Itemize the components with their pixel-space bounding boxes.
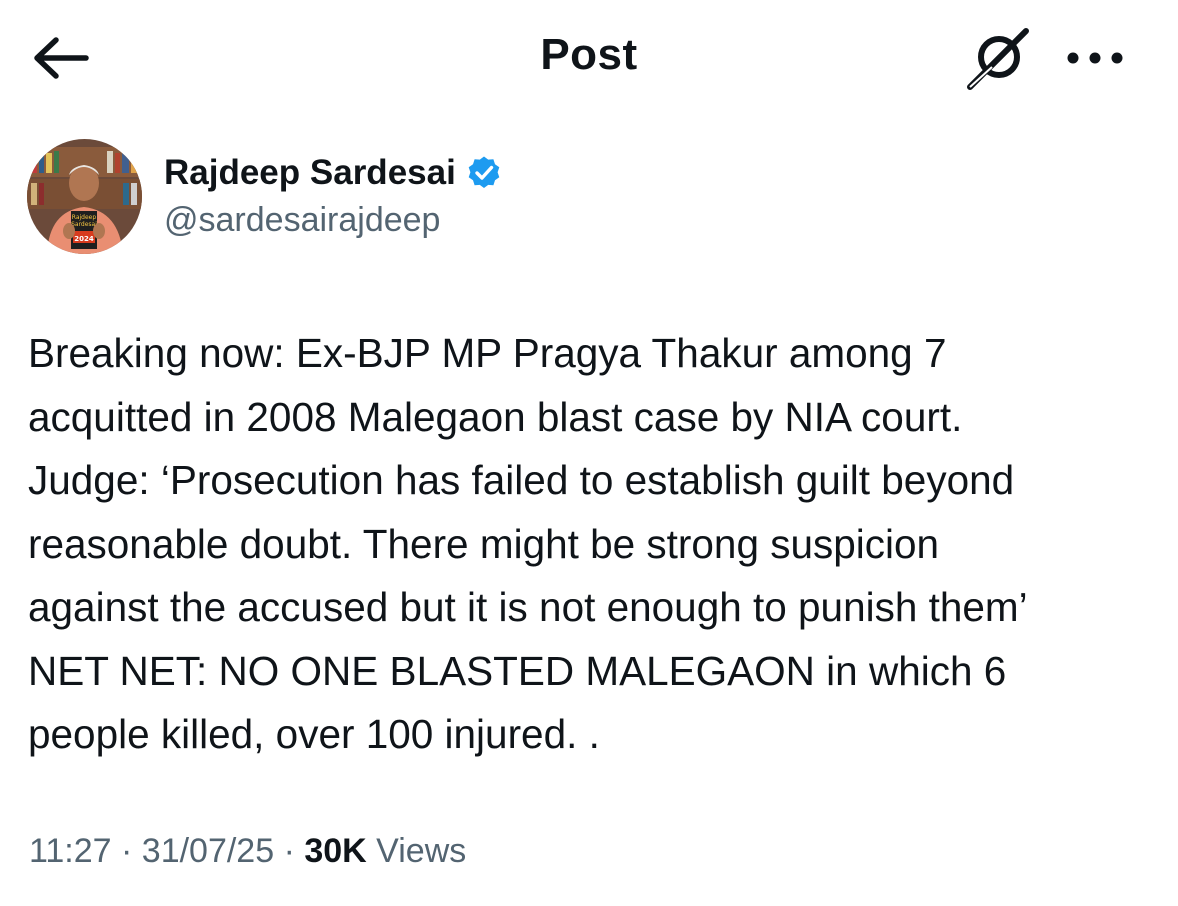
grok-button[interactable] (962, 26, 1036, 92)
post-meta: 11:27 · 31/07/25 · 30K Views (29, 832, 466, 871)
post-author: Rajdeep Sardesai 2024 Rajdeep Sardesai @… (27, 139, 727, 257)
post-text-line: Breaking now: Ex-BJP MP Pragya Thakur am… (28, 330, 947, 376)
views-count[interactable]: 30K (304, 832, 366, 870)
display-name[interactable]: Rajdeep Sardesai (164, 153, 456, 193)
avatar-book-title-1: Rajdeep (72, 214, 97, 221)
post-date[interactable]: 31/07/25 (142, 832, 274, 870)
views-label: Views (366, 832, 467, 870)
avatar-image: Rajdeep Sardesai 2024 (27, 139, 142, 254)
avatar-book-title-2: Sardesai (71, 221, 97, 228)
post-time[interactable]: 11:27 (29, 832, 112, 870)
post-text-line: NET NET: NO ONE BLASTED MALEGAON in whic… (28, 647, 1007, 694)
post-text-line: reasonable doubt. There might be strong … (28, 520, 940, 567)
more-options-button[interactable] (1060, 34, 1130, 82)
post-text-line: Judge: ‘Prosecution has failed to establ… (28, 457, 1015, 503)
meta-separator: · (274, 832, 305, 870)
grok-icon (967, 28, 1029, 90)
name-row: Rajdeep Sardesai (164, 153, 502, 193)
verified-badge-icon[interactable] (466, 155, 502, 191)
user-handle[interactable]: @sardesairajdeep (164, 201, 440, 240)
more-horizontal-icon (1067, 52, 1123, 64)
post-text: Breaking now: Ex-BJP MP Pragya Thakur am… (28, 322, 1168, 767)
avatar[interactable]: Rajdeep Sardesai 2024 (27, 139, 142, 254)
post-text-line: people killed, over 100 injured. . (28, 711, 600, 757)
avatar-book-year: 2024 (74, 235, 94, 243)
post-text-line: acquitted in 2008 Malegaon blast case by… (28, 393, 963, 440)
meta-separator: · (111, 832, 142, 870)
post-text-line: against the accused but it is not enough… (28, 584, 1028, 630)
top-bar: Post (0, 0, 1178, 116)
